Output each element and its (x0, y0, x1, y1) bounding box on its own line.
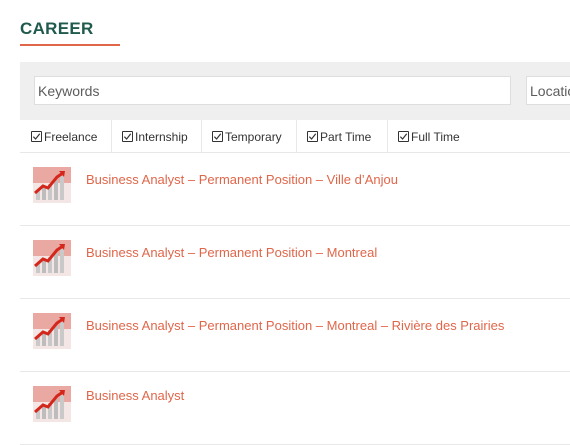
title-underline (20, 44, 120, 46)
growth-chart-thumbnail-icon (33, 167, 71, 203)
keywords-input[interactable] (34, 76, 511, 105)
job-type-internship[interactable]: Internship (112, 120, 202, 153)
checkbox-checked-icon[interactable] (398, 131, 409, 142)
job-title-link[interactable]: Business Analyst – Permanent Position – … (86, 245, 377, 260)
job-type-full-time[interactable]: Full Time (388, 120, 570, 153)
job-row: Business Analyst – Permanent Position – … (20, 153, 570, 226)
job-type-temporary[interactable]: Temporary (202, 120, 297, 153)
job-type-label: Internship (135, 129, 188, 144)
job-title-link[interactable]: Business Analyst – Permanent Position – … (86, 318, 504, 333)
job-title-link[interactable]: Business Analyst – Permanent Position – … (86, 172, 398, 187)
job-row: Business Analyst (20, 372, 570, 445)
job-type-label: Freelance (44, 129, 98, 144)
job-type-part-time[interactable]: Part Time (297, 120, 388, 153)
growth-chart-thumbnail-icon (33, 313, 71, 349)
page-title: CAREER (20, 19, 94, 38)
job-type-filter-bar: Freelance Internship Temporary Part Time… (20, 120, 570, 153)
checkbox-checked-icon[interactable] (212, 131, 223, 142)
job-type-label: Temporary (225, 129, 282, 144)
job-type-freelance[interactable]: Freelance (20, 120, 112, 153)
checkbox-checked-icon[interactable] (307, 131, 318, 142)
job-type-label: Part Time (320, 129, 372, 144)
job-type-label: Full Time (411, 129, 460, 144)
location-input[interactable] (526, 76, 570, 105)
job-row: Business Analyst – Permanent Position – … (20, 299, 570, 372)
job-title-link[interactable]: Business Analyst (86, 388, 184, 403)
checkbox-checked-icon[interactable] (31, 131, 42, 142)
job-search-filter-panel (20, 62, 570, 120)
job-row: Business Analyst – Permanent Position – … (20, 226, 570, 299)
checkbox-checked-icon[interactable] (122, 131, 133, 142)
growth-chart-thumbnail-icon (33, 240, 71, 276)
growth-chart-thumbnail-icon (33, 386, 71, 422)
